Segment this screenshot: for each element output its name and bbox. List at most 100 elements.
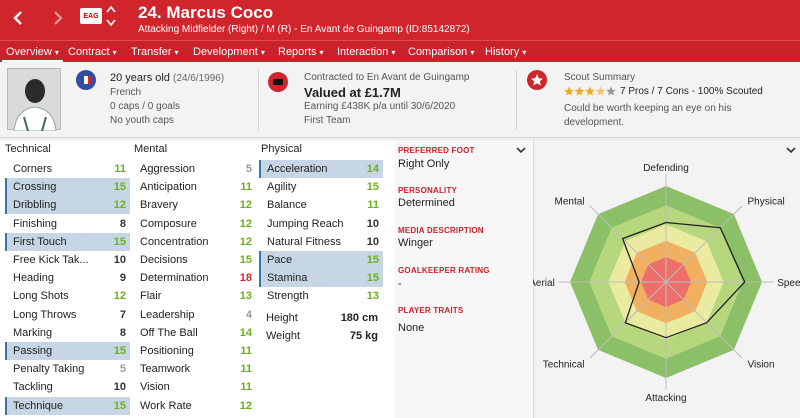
attribute-row[interactable]: Leadership 4 — [132, 306, 256, 324]
tab-overview[interactable]: Overview ▾ — [2, 41, 63, 63]
chevron-left-icon — [13, 11, 22, 25]
attribute-row[interactable]: Tackling 10 — [5, 378, 130, 396]
attribute-row[interactable]: Natural Fitness 10 — [259, 233, 383, 251]
contract-line: Contracted to En Avant de Guingamp — [304, 72, 470, 83]
scout-text-line-1: Could be worth keeping an eye on his — [564, 103, 732, 114]
attribute-row[interactable]: Concentration 12 — [132, 233, 256, 251]
height-value: 180 cm — [340, 312, 378, 324]
tab-label: Transfer — [131, 46, 172, 58]
attribute-value: 7 — [119, 308, 126, 321]
forward-button[interactable] — [44, 4, 72, 32]
attribute-label: Finishing — [13, 217, 58, 230]
tab-interaction[interactable]: Interaction ▾ — [337, 41, 395, 63]
attribute-row[interactable]: Off The Ball 14 — [132, 324, 256, 342]
tab-comparison[interactable]: Comparison ▾ — [408, 41, 474, 63]
attribute-row[interactable]: Heading 9 — [5, 269, 130, 287]
attribute-row[interactable]: Teamwork 11 — [132, 360, 256, 378]
attribute-row[interactable]: Jumping Reach 10 — [259, 215, 383, 233]
attribute-radar-chart: Defending Physical Speed Vision Attacking Tec… — [533, 163, 800, 404]
attribute-label: Positioning — [140, 345, 194, 357]
attribute-row[interactable]: Anticipation 11 — [132, 178, 256, 196]
back-button[interactable] — [4, 4, 32, 32]
attribute-label: Heading — [13, 272, 54, 285]
attribute-value: 15 — [113, 399, 126, 412]
attribute-label: Teamwork — [140, 363, 191, 376]
attribute-value: 14 — [239, 326, 252, 339]
attribute-row[interactable]: Marking 8 — [5, 324, 130, 342]
tab-reports[interactable]: Reports ▾ — [278, 41, 324, 63]
attribute-label: Penalty Taking — [13, 363, 85, 376]
earning: Earning £438K p/a until 30/6/2020 — [304, 101, 456, 112]
attribute-label: Balance — [267, 199, 307, 212]
caret-down-icon: ▾ — [260, 48, 265, 57]
attribute-row[interactable]: Balance 11 — [259, 196, 383, 214]
attribute-row[interactable]: Free Kick Tak... 10 — [5, 251, 130, 269]
player-name: 24. Marcus Coco — [138, 3, 274, 22]
tab-label: Interaction — [337, 46, 389, 58]
scout-star-icon — [527, 70, 547, 90]
attribute-value: 5 — [119, 363, 126, 376]
attribute-value: 12 — [239, 235, 252, 248]
tab-transfer[interactable]: Transfer ▾ — [131, 41, 179, 63]
attribute-row[interactable]: Composure 12 — [132, 215, 256, 233]
radar-label: Technical — [543, 360, 585, 371]
attribute-row[interactable]: First Touch 15 — [5, 232, 130, 251]
attribute-row[interactable]: Acceleration 14 — [259, 160, 383, 178]
attribute-row[interactable]: Crossing 15 — [5, 178, 130, 197]
attribute-row[interactable]: Agility 15 — [259, 178, 383, 196]
attribute-row[interactable]: Strength 13 — [259, 287, 383, 305]
scout-text-line-2: development. — [564, 117, 625, 128]
attribute-label: Long Shots — [13, 290, 69, 303]
radar-label: Attacking — [645, 393, 686, 404]
attribute-row[interactable]: Flair 13 — [132, 287, 256, 305]
attribute-row[interactable]: Aggression 5 — [132, 160, 256, 178]
attribute-row[interactable]: Determination 18 — [132, 269, 256, 287]
tab-label: Reports — [278, 46, 317, 58]
attribute-row[interactable]: Technique 15 — [5, 396, 130, 415]
attribute-value: 18 — [239, 272, 252, 285]
physical-header: Physical — [261, 143, 302, 155]
attribute-row[interactable]: Pace 15 — [259, 251, 383, 269]
mental-header: Mental — [134, 143, 168, 155]
attribute-label: Off The Ball — [140, 326, 198, 339]
attribute-value: 11 — [114, 163, 126, 175]
radar-label: Mental — [554, 197, 584, 208]
attribute-row[interactable]: Long Throws 7 — [5, 306, 130, 324]
player-traits-value: None — [398, 322, 425, 334]
attribute-row[interactable]: Penalty Taking 5 — [5, 360, 130, 378]
attribute-label: Work Rate — [140, 399, 192, 412]
media-description-header: MEDIA DESCRIPTION — [398, 226, 484, 235]
tab-history[interactable]: History ▾ — [485, 41, 526, 63]
details-panel — [395, 140, 533, 418]
attribute-row[interactable]: Passing 15 — [5, 342, 130, 360]
radar-label: Aerial — [533, 278, 555, 289]
attribute-row[interactable]: Stamina 15 — [259, 269, 383, 288]
club-crest-icon — [268, 72, 288, 92]
attribute-row[interactable]: Vision 11 — [132, 378, 256, 396]
chevron-down-icon[interactable] — [516, 146, 526, 154]
attribute-row[interactable]: Work Rate 12 — [132, 397, 256, 415]
caret-down-icon: ▾ — [112, 48, 117, 57]
divider — [516, 70, 517, 130]
attribute-row[interactable]: Decisions 15 — [132, 251, 256, 269]
attribute-row[interactable]: Long Shots 12 — [5, 287, 130, 305]
player-subtitle: Attacking Midfielder (Right) / M (R) - E… — [138, 24, 470, 35]
tab-label: Development — [193, 46, 258, 58]
attribute-label: Determination — [140, 272, 209, 285]
attribute-label: Long Throws — [13, 308, 77, 321]
tab-development[interactable]: Development ▾ — [193, 41, 265, 63]
attribute-row[interactable]: Dribbling 12 — [5, 196, 130, 215]
attribute-row[interactable]: Corners 11 — [5, 160, 130, 178]
youth-caps: No youth caps — [110, 115, 174, 126]
attribute-label: Technique — [13, 399, 64, 412]
tab-contract[interactable]: Contract ▾ — [68, 41, 117, 63]
attribute-value: 5 — [245, 163, 252, 175]
attribute-row[interactable]: Positioning 11 — [132, 342, 256, 360]
club-badge: EAG — [80, 8, 102, 24]
attribute-row[interactable]: Finishing 8 — [5, 215, 130, 233]
attribute-value: 11 — [367, 199, 379, 212]
attribute-label: Agility — [267, 181, 297, 194]
attribute-label: Leadership — [140, 308, 195, 321]
player-cycle-arrows-icon[interactable] — [106, 4, 116, 28]
attribute-row[interactable]: Bravery 12 — [132, 196, 256, 214]
